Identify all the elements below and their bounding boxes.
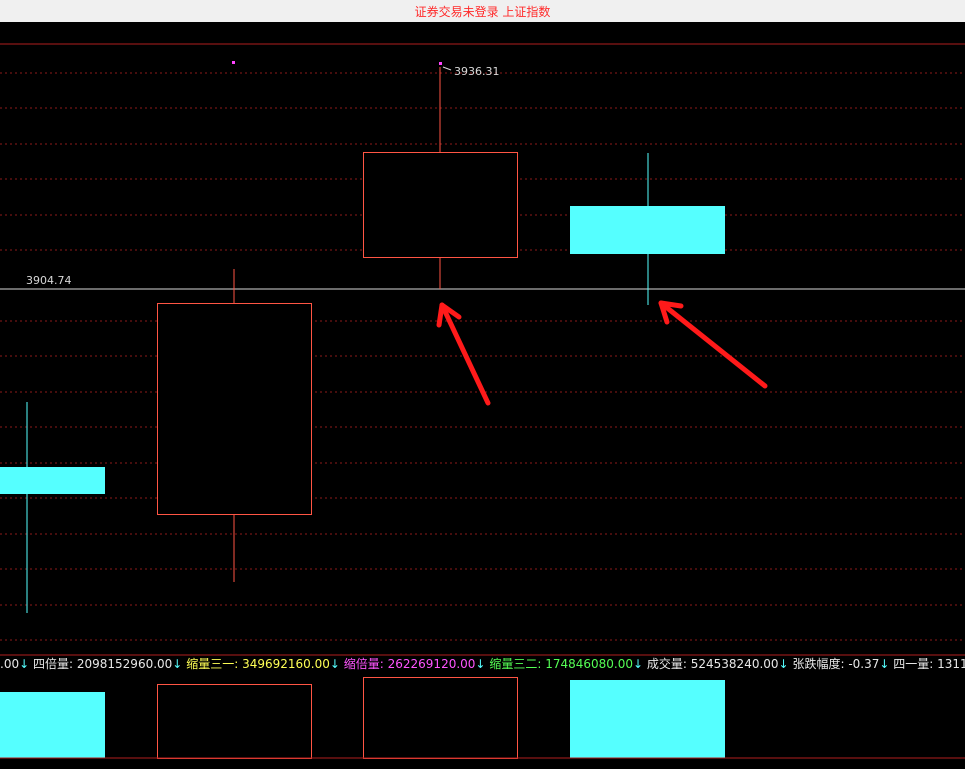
legend-item: 成交量: 524538240.00	[646, 657, 779, 671]
reference-price-label: 3904.74	[26, 274, 72, 287]
legend-item-value: 524538240.00	[690, 657, 779, 671]
volume-bar-down	[0, 692, 105, 758]
volume-bar-up	[363, 677, 518, 759]
app-window: 证券交易未登录 上证指数 3904.74 3936.31 .00↓ 四倍量: 2…	[0, 0, 965, 769]
down-arrow-icon: ↓	[329, 657, 340, 671]
candle-body	[363, 152, 518, 258]
legend-item: 缩量三二: 174846080.00	[489, 657, 633, 671]
down-arrow-icon: ↓	[778, 657, 789, 671]
down-arrow-icon: ↓	[475, 657, 486, 671]
volume-bar-down	[570, 680, 725, 758]
candle-body	[570, 206, 725, 254]
candlestick-chart-area[interactable]: 3904.74 3936.31 .00↓ 四倍量: 2098152960.00↓…	[0, 22, 965, 769]
legend-item-name: 缩量三二	[489, 657, 538, 671]
legend-item: 四一量: 131134560.00	[893, 655, 965, 672]
red-arrow	[658, 300, 768, 389]
candle-body	[157, 303, 312, 515]
volume-bar-up	[157, 684, 312, 759]
candle-up[interactable]	[363, 67, 518, 289]
high-label-leader	[442, 66, 452, 71]
candle-down[interactable]	[570, 153, 725, 305]
legend-item: 缩量三一: 349692160.00	[186, 657, 330, 671]
arrow-shaft	[658, 300, 768, 389]
legend-item: 张跌幅度: -0.37	[792, 657, 880, 671]
legend-lead: .00	[0, 657, 20, 671]
legend-item-name: 成交量	[646, 657, 683, 671]
legend-item-value: 174846080.00	[545, 657, 633, 671]
marker-dot	[232, 61, 235, 64]
legend-item-name: 缩量三一	[186, 657, 235, 671]
window-title: 证券交易未登录 上证指数	[414, 5, 551, 19]
down-arrow-icon: ↓	[632, 657, 644, 671]
marker-dot	[439, 62, 442, 65]
legend-item-name: 四倍量	[32, 657, 69, 671]
legend-item: 四倍量: 2098152960.00	[32, 657, 173, 671]
legend-item-name: 缩倍量	[343, 657, 380, 671]
volume-bars	[0, 677, 725, 759]
legend-item-value: -0.37	[848, 657, 880, 671]
indicator-legend: .00↓ 四倍量: 2098152960.00↓ 缩量三一: 349692160…	[0, 655, 965, 677]
down-arrow-icon: ↓	[172, 657, 183, 671]
legend-item-name: 张跌幅度	[792, 657, 841, 671]
candle-down[interactable]	[0, 402, 105, 613]
legend-item-value: 131134560.00	[937, 657, 965, 671]
candle-up[interactable]	[157, 269, 312, 582]
legend-item: 缩倍量: 262269120.00	[343, 657, 476, 671]
red-arrow	[436, 302, 491, 406]
candle-body	[0, 467, 105, 494]
down-arrow-icon: ↓	[879, 657, 890, 671]
down-arrow-icon: ↓	[19, 657, 30, 671]
arrow-shaft	[439, 302, 491, 406]
title-bar: 证券交易未登录 上证指数	[0, 0, 965, 23]
legend-item-value: 262269120.00	[387, 657, 476, 671]
legend-item-value: 349692160.00	[242, 657, 330, 671]
legend-item-value: 2098152960.00	[76, 657, 173, 671]
high-price-label: 3936.31	[454, 65, 500, 78]
legend-item-name: 四一量	[893, 657, 930, 671]
